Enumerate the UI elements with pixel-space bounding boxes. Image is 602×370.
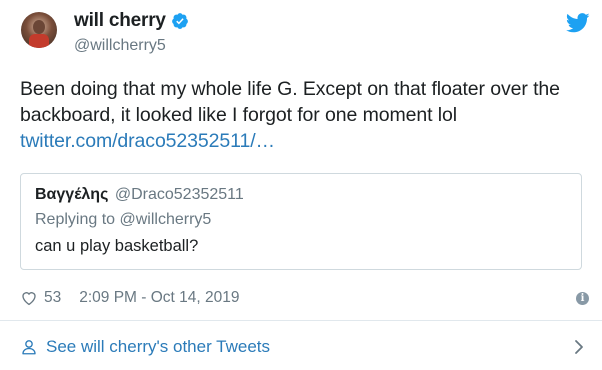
tweet-text: Been doing that my whole life G. Except …	[20, 78, 560, 126]
divider	[0, 320, 602, 321]
quoted-tweet-text: can u play basketball?	[35, 237, 199, 255]
verified-badge-icon	[171, 13, 188, 29]
tweet-body: Been doing that my whole life G. Except …	[20, 76, 590, 154]
author-display-name[interactable]: will cherry	[74, 10, 166, 32]
see-more-label[interactable]: See will cherry's other Tweets	[46, 337, 270, 357]
like-count[interactable]: 53	[44, 289, 61, 307]
avatar-head	[33, 20, 45, 34]
avatar-shirt	[29, 34, 49, 48]
quoted-replying-to: Replying to @willcherry5	[35, 211, 212, 228]
quoted-tweet-header: Βαγγέλης @Draco52352511	[35, 186, 244, 204]
tweet-timestamp[interactable]: 2:09 PM - Oct 14, 2019	[79, 289, 239, 307]
quoted-author-handle: @Draco52352511	[114, 186, 244, 203]
tweet-link[interactable]: twitter.com/draco52352511/…	[20, 128, 590, 154]
tweet-meta: 53 2:09 PM - Oct 14, 2019	[20, 289, 240, 307]
info-icon[interactable]: i	[576, 292, 589, 305]
author-handle[interactable]: @willcherry5	[74, 37, 166, 55]
quoted-author-name: Βαγγέλης	[35, 186, 109, 203]
quoted-tweet[interactable]: Βαγγέλης @Draco52352511 Replying to @wil…	[20, 173, 582, 270]
person-icon	[22, 340, 36, 355]
author-name-row: will cherry	[74, 10, 189, 32]
see-more-tweets-link[interactable]: See will cherry's other Tweets	[20, 337, 270, 357]
twitter-bird-icon[interactable]	[566, 13, 590, 33]
avatar[interactable]	[21, 12, 57, 48]
heart-icon[interactable]	[20, 289, 38, 307]
embedded-tweet-card: will cherry @willcherry5 Been doing that…	[0, 0, 602, 370]
chevron-right-icon[interactable]	[572, 338, 586, 356]
